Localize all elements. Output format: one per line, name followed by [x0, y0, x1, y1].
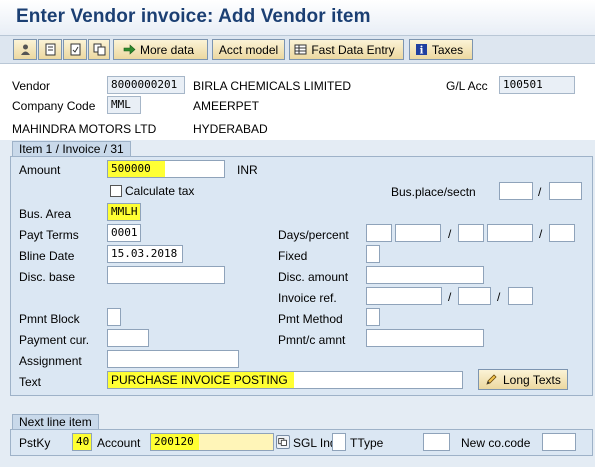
gl-ind-label: SGL Ind	[293, 436, 337, 450]
bus-area-label: Bus. Area	[19, 207, 72, 221]
invoice-ref-line-field[interactable]	[508, 287, 533, 305]
fixed-label: Fixed	[278, 249, 308, 263]
amount-label: Amount	[19, 163, 61, 177]
vendor-field[interactable]: 8000000201	[107, 76, 185, 94]
account-label: Account	[97, 436, 141, 450]
fixed-field[interactable]	[366, 245, 380, 263]
pmnt-block-label: Pmnt Block	[19, 312, 80, 326]
pmt-method-label: Pmt Method	[278, 312, 343, 326]
payt-terms-label: Payt Terms	[19, 228, 79, 242]
vendor-region: HYDERABAD	[193, 122, 268, 136]
disc-amount-label: Disc. amount	[278, 270, 349, 284]
disc-base-label: Disc. base	[19, 270, 76, 284]
new-co-code-label: New co.code	[461, 436, 531, 450]
next-line-tab: Next line item	[12, 414, 99, 430]
taxes-button[interactable]: i Taxes	[409, 39, 473, 60]
title-bar: Enter Vendor invoice: Add Vendor item	[0, 0, 595, 36]
arrow-right-icon	[123, 44, 136, 55]
copy-icon	[93, 43, 105, 56]
bus-area-field[interactable]: MMLH	[107, 203, 141, 221]
person-icon	[20, 44, 30, 55]
bus-place-field[interactable]	[499, 182, 533, 200]
pmnt-c-amnt-field[interactable]	[366, 329, 484, 347]
post-document-icon-button[interactable]	[63, 39, 87, 60]
payt-terms-field[interactable]: 0001	[107, 224, 141, 242]
new-co-code-field[interactable]	[542, 433, 576, 451]
fast-data-entry-button[interactable]: Fast Data Entry	[289, 39, 404, 60]
copy-icon-button[interactable]	[88, 39, 110, 60]
grid-icon	[294, 44, 307, 55]
bline-date-field[interactable]: 15.03.2018	[107, 245, 183, 263]
days3-field[interactable]	[549, 224, 575, 242]
percent1-field[interactable]	[395, 224, 441, 242]
company-name: MAHINDRA MOTORS LTD	[12, 122, 157, 136]
percent2-field[interactable]	[487, 224, 533, 242]
calculate-tax-label: Calculate tax	[125, 184, 195, 198]
invoice-ref-field[interactable]	[366, 287, 442, 305]
invoice-ref-separator-2: /	[497, 290, 501, 304]
long-texts-button[interactable]: Long Texts	[478, 369, 568, 390]
pstky-label: PstKy	[19, 436, 51, 450]
invoice-ref-label: Invoice ref.	[278, 291, 337, 305]
company-code-field[interactable]: MML	[107, 96, 141, 114]
pmt-method-field[interactable]	[366, 308, 380, 326]
calculate-tax-checkbox[interactable]	[110, 185, 122, 197]
currency-label: INR	[237, 163, 258, 177]
payment-cur-field[interactable]	[107, 329, 149, 347]
invoice-ref-separator-1: /	[448, 290, 452, 304]
days2-field[interactable]	[458, 224, 484, 242]
more-data-button[interactable]: More data	[113, 39, 208, 60]
ttype-field[interactable]	[423, 433, 450, 451]
acct-model-button[interactable]: Acct model	[212, 39, 285, 60]
document-icon-button[interactable]	[38, 39, 62, 60]
window-title: Enter Vendor invoice: Add Vendor item	[16, 6, 371, 27]
payment-cur-label: Payment cur.	[19, 333, 90, 347]
ttype-label: TType	[350, 436, 384, 450]
item-panel: Amount 500000 INR Calculate tax Bus.plac…	[10, 156, 593, 396]
item-tab: Item 1 / Invoice / 31	[12, 141, 131, 157]
pstky-field[interactable]: 40	[72, 433, 92, 451]
section-field[interactable]	[549, 182, 582, 200]
company-code-label: Company Code	[12, 99, 96, 113]
invoice-ref-year-field[interactable]	[458, 287, 491, 305]
document-icon	[45, 43, 55, 56]
vendor-header: Vendor 8000000201 BIRLA CHEMICALS LIMITE…	[0, 64, 595, 140]
pmnt-c-amnt-label: Pmnt/c amnt	[278, 333, 346, 347]
vendor-city: AMEERPET	[193, 99, 260, 113]
bus-place-label: Bus.place/sectn	[391, 185, 476, 199]
pmnt-block-field[interactable]	[107, 308, 121, 326]
svg-text:i: i	[419, 46, 423, 57]
person-icon-button[interactable]	[13, 39, 37, 60]
text-label: Text	[19, 375, 42, 389]
amount-field[interactable]: 500000	[107, 160, 225, 178]
assignment-field[interactable]	[107, 350, 239, 368]
vendor-name: BIRLA CHEMICALS LIMITED	[193, 79, 352, 93]
gl-acc-label: G/L Acc	[446, 79, 488, 93]
days-separator-1: /	[448, 227, 452, 241]
bline-date-label: Bline Date	[19, 249, 75, 263]
next-line-panel: PstKy 40 Account 200120 SGL Ind TType Ne…	[10, 429, 593, 456]
days-percent-label: Days/percent	[278, 228, 349, 242]
days1-field[interactable]	[366, 224, 392, 242]
disc-amount-field[interactable]	[366, 266, 484, 284]
info-icon: i	[415, 44, 427, 57]
text-field[interactable]: PURCHASE INVOICE POSTING	[107, 371, 463, 389]
assignment-label: Assignment	[19, 354, 82, 368]
gl-ind-field[interactable]	[332, 433, 346, 451]
post-document-icon	[70, 43, 80, 56]
pencil-icon	[486, 374, 497, 385]
vendor-label: Vendor	[12, 79, 51, 93]
disc-base-field[interactable]	[107, 266, 225, 284]
application-toolbar: More data Acct model Fast Data Entry i T…	[0, 36, 595, 64]
account-field[interactable]: 200120	[150, 433, 274, 451]
gl-acc-field[interactable]: 100501	[499, 76, 575, 94]
days-separator-2: /	[539, 227, 543, 241]
bus-place-separator: /	[538, 185, 542, 199]
